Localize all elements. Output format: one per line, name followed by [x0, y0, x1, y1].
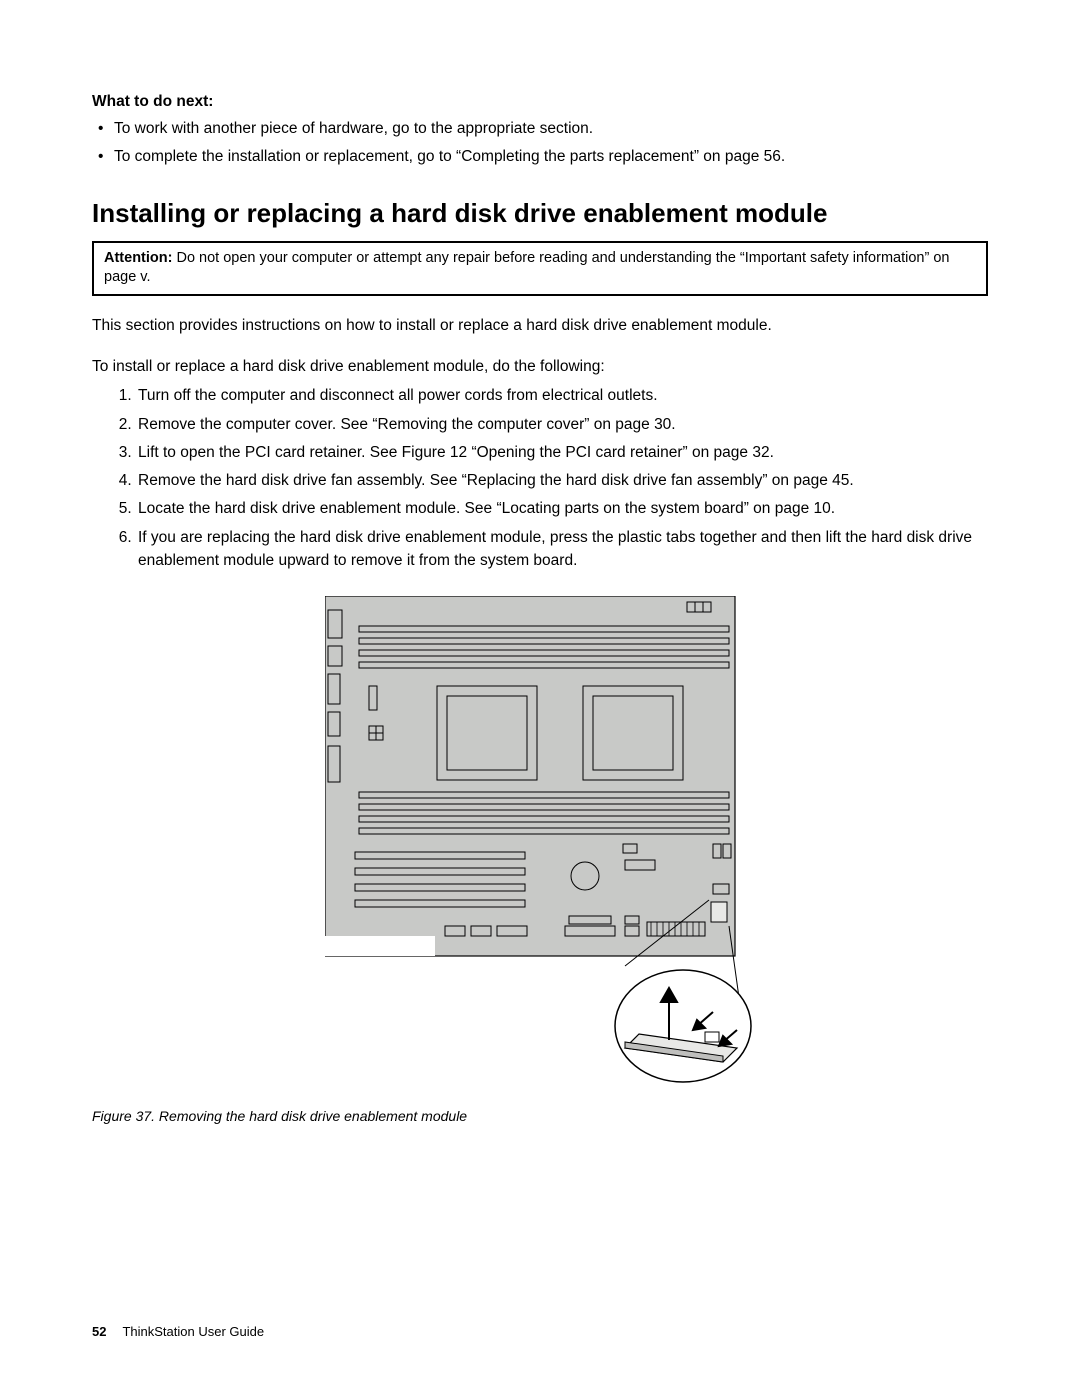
what-next-heading: What to do next:: [92, 90, 988, 113]
attention-label: Attention:: [104, 250, 172, 266]
attention-box: Attention: Do not open your computer or …: [92, 241, 988, 296]
page-number: 52: [92, 1324, 106, 1339]
step-item: Locate the hard disk drive enablement mo…: [136, 497, 988, 520]
what-next-item: To work with another piece of hardware, …: [92, 117, 988, 140]
doc-title: ThinkStation User Guide: [122, 1324, 264, 1339]
figure-caption: Figure 37. Removing the hard disk drive …: [92, 1106, 988, 1127]
step-item: Lift to open the PCI card retainer. See …: [136, 441, 988, 464]
page-footer: 52 ThinkStation User Guide: [92, 1322, 264, 1342]
what-next-item: To complete the installation or replacem…: [92, 145, 988, 168]
step-item: Remove the computer cover. See “Removing…: [136, 413, 988, 436]
section-heading: Installing or replacing a hard disk driv…: [92, 194, 988, 233]
step-item: Remove the hard disk drive fan assembly.…: [136, 469, 988, 492]
intro-paragraph: This section provides instructions on ho…: [92, 314, 988, 337]
what-next-list: To work with another piece of hardware, …: [92, 117, 988, 168]
motherboard-diagram-icon: [325, 596, 755, 1086]
lead-paragraph: To install or replace a hard disk drive …: [92, 355, 988, 378]
attention-text: Do not open your computer or attempt any…: [104, 250, 949, 286]
step-item: If you are replacing the hard disk drive…: [136, 526, 988, 573]
step-item: Turn off the computer and disconnect all…: [136, 384, 988, 407]
figure-area: Figure 37. Removing the hard disk drive …: [92, 596, 988, 1127]
steps-list: Turn off the computer and disconnect all…: [92, 384, 988, 572]
